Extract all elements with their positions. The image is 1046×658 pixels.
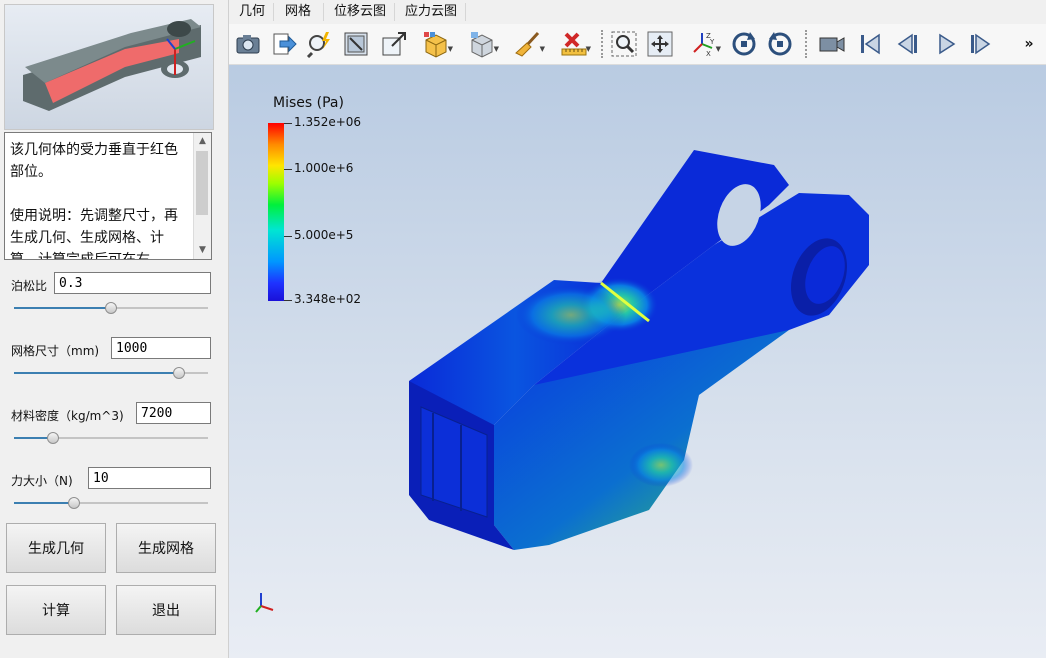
slider-handle[interactable] — [46, 432, 59, 444]
force-input[interactable] — [88, 467, 211, 489]
toolbar-more-icon[interactable]: » — [1019, 28, 1039, 60]
fit-view-icon[interactable] — [341, 28, 371, 60]
menu-stress[interactable]: 应力云图 — [397, 0, 465, 24]
zoom-region-icon[interactable] — [609, 28, 639, 60]
rotate-ccw-icon[interactable] — [765, 28, 795, 60]
mesh-size-input[interactable] — [111, 337, 211, 359]
scroll-thumb[interactable] — [196, 151, 208, 215]
mesh-size-slider[interactable] — [14, 366, 208, 380]
scroll-up-icon[interactable]: ▲ — [194, 133, 211, 150]
density-input[interactable] — [136, 402, 211, 424]
export-arrow-icon[interactable] — [269, 28, 299, 60]
poisson-ratio-slider[interactable] — [14, 301, 208, 315]
video-camera-icon[interactable] — [817, 28, 847, 60]
generate-mesh-button[interactable]: 生成网格 — [116, 523, 216, 573]
camera-icon[interactable] — [233, 28, 263, 60]
last-frame-icon[interactable] — [965, 28, 995, 60]
first-frame-icon[interactable] — [855, 28, 885, 60]
compute-button[interactable]: 计算 — [6, 585, 106, 635]
zoom-box-icon[interactable] — [379, 28, 409, 60]
slider-handle[interactable] — [105, 302, 117, 314]
stress-contour-model[interactable] — [229, 65, 1046, 658]
slider-handle[interactable] — [172, 367, 185, 379]
mesh-size-label: 网格尺寸（mm) — [11, 344, 100, 358]
scroll-down-icon[interactable]: ▼ — [194, 242, 211, 259]
description-text: 该几何体的受力垂直于红色部位。 使用说明：先调整尺寸，再生成几何、生成网格、计算… — [10, 142, 178, 260]
menu-bar: 几何 网格 位移云图 应力云图 — [229, 0, 1046, 24]
menu-mesh[interactable]: 网格 — [277, 0, 319, 24]
poisson-ratio-label: 泊松比 — [11, 279, 48, 293]
exit-button[interactable]: 退出 — [116, 585, 216, 635]
svg-text:X: X — [706, 50, 711, 58]
poisson-ratio-input[interactable] — [54, 272, 211, 294]
slider-handle[interactable] — [68, 497, 81, 509]
magic-zoom-icon[interactable] — [305, 28, 335, 60]
rotate-cw-icon[interactable] — [729, 28, 759, 60]
axes-icon[interactable]: ZYX ▼ — [689, 28, 721, 60]
menu-geometry[interactable]: 几何 — [231, 0, 273, 24]
toolbar: ▼ ▼ ▼ ▼ ZYX ▼ » — [229, 24, 1046, 65]
force-slider[interactable] — [14, 496, 208, 510]
next-frame-icon[interactable] — [931, 28, 961, 60]
generate-geometry-button[interactable]: 生成几何 — [6, 523, 106, 573]
density-slider[interactable] — [14, 431, 208, 445]
description-box[interactable]: 该几何体的受力垂直于红色部位。 使用说明：先调整尺寸，再生成几何、生成网格、计算… — [4, 132, 212, 260]
description-scrollbar[interactable]: ▲ ▼ — [193, 133, 211, 259]
control-panel: 该几何体的受力垂直于红色部位。 使用说明：先调整尺寸，再生成几何、生成网格、计算… — [0, 0, 229, 658]
pan-icon[interactable] — [645, 28, 675, 60]
geometry-preview — [4, 4, 214, 130]
box-display-icon[interactable]: ▼ — [421, 28, 453, 60]
3d-viewport[interactable]: Mises (Pa) 1.352e+06 1.000e+6 5.000e+5 3… — [229, 65, 1046, 658]
force-label: 力大小（N) — [11, 474, 73, 488]
density-label: 材料密度（kg/m^3) — [11, 409, 124, 423]
delete-ruler-icon[interactable]: ▼ — [559, 28, 591, 60]
clean-brush-icon[interactable]: ▼ — [513, 28, 545, 60]
prev-frame-icon[interactable] — [893, 28, 923, 60]
box-view-icon[interactable]: ▼ — [467, 28, 499, 60]
svg-text:Y: Y — [709, 38, 715, 46]
menu-displacement[interactable]: 位移云图 — [326, 0, 394, 24]
orientation-axes-icon — [255, 593, 274, 613]
